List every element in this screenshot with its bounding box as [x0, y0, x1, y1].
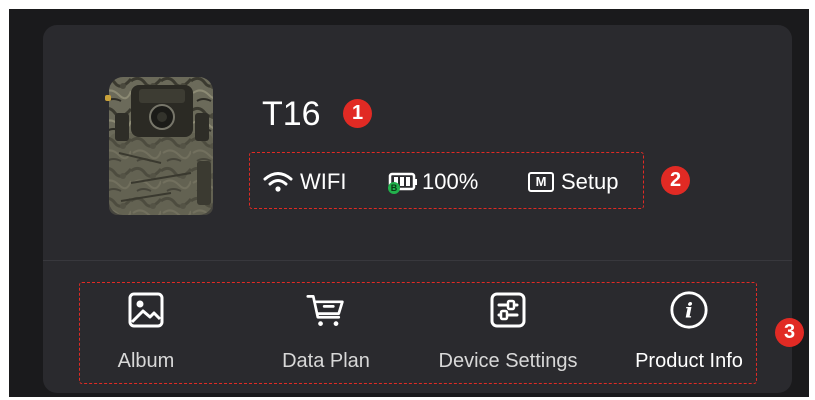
info-icon: i [669, 290, 709, 330]
product-info-button[interactable]: i Product Info [626, 290, 752, 380]
battery-indicator-dot: B [388, 182, 400, 194]
product-info-label: Product Info [635, 350, 743, 372]
wifi-icon [263, 172, 293, 192]
sliders-icon [488, 290, 528, 330]
divider [43, 260, 792, 261]
mode-icon: M [528, 172, 554, 192]
battery-icon: B [388, 170, 418, 194]
cart-icon [306, 290, 346, 330]
device-image [105, 77, 213, 215]
wifi-label: WIFI [300, 169, 347, 194]
annotation-badge-3: 3 [775, 318, 804, 347]
album-label: Album [117, 350, 175, 372]
data-plan-button[interactable]: Data Plan [274, 290, 378, 380]
mode-label: Setup [561, 169, 619, 194]
battery-status: B 100% [388, 168, 478, 196]
wifi-status: WIFI [263, 168, 346, 196]
device-name: T16 [262, 95, 321, 133]
image-icon [126, 290, 166, 330]
battery-label: 100% [422, 169, 479, 194]
annotation-badge-2: 2 [661, 166, 690, 195]
device-settings-button[interactable]: Device Settings [428, 290, 588, 380]
svg-text:i: i [685, 298, 693, 323]
device-settings-label: Device Settings [438, 350, 578, 372]
annotation-badge-1: 1 [343, 99, 372, 128]
data-plan-label: Data Plan [282, 350, 370, 372]
mode-status: M Setup [528, 168, 619, 196]
album-button[interactable]: Album [104, 290, 188, 380]
